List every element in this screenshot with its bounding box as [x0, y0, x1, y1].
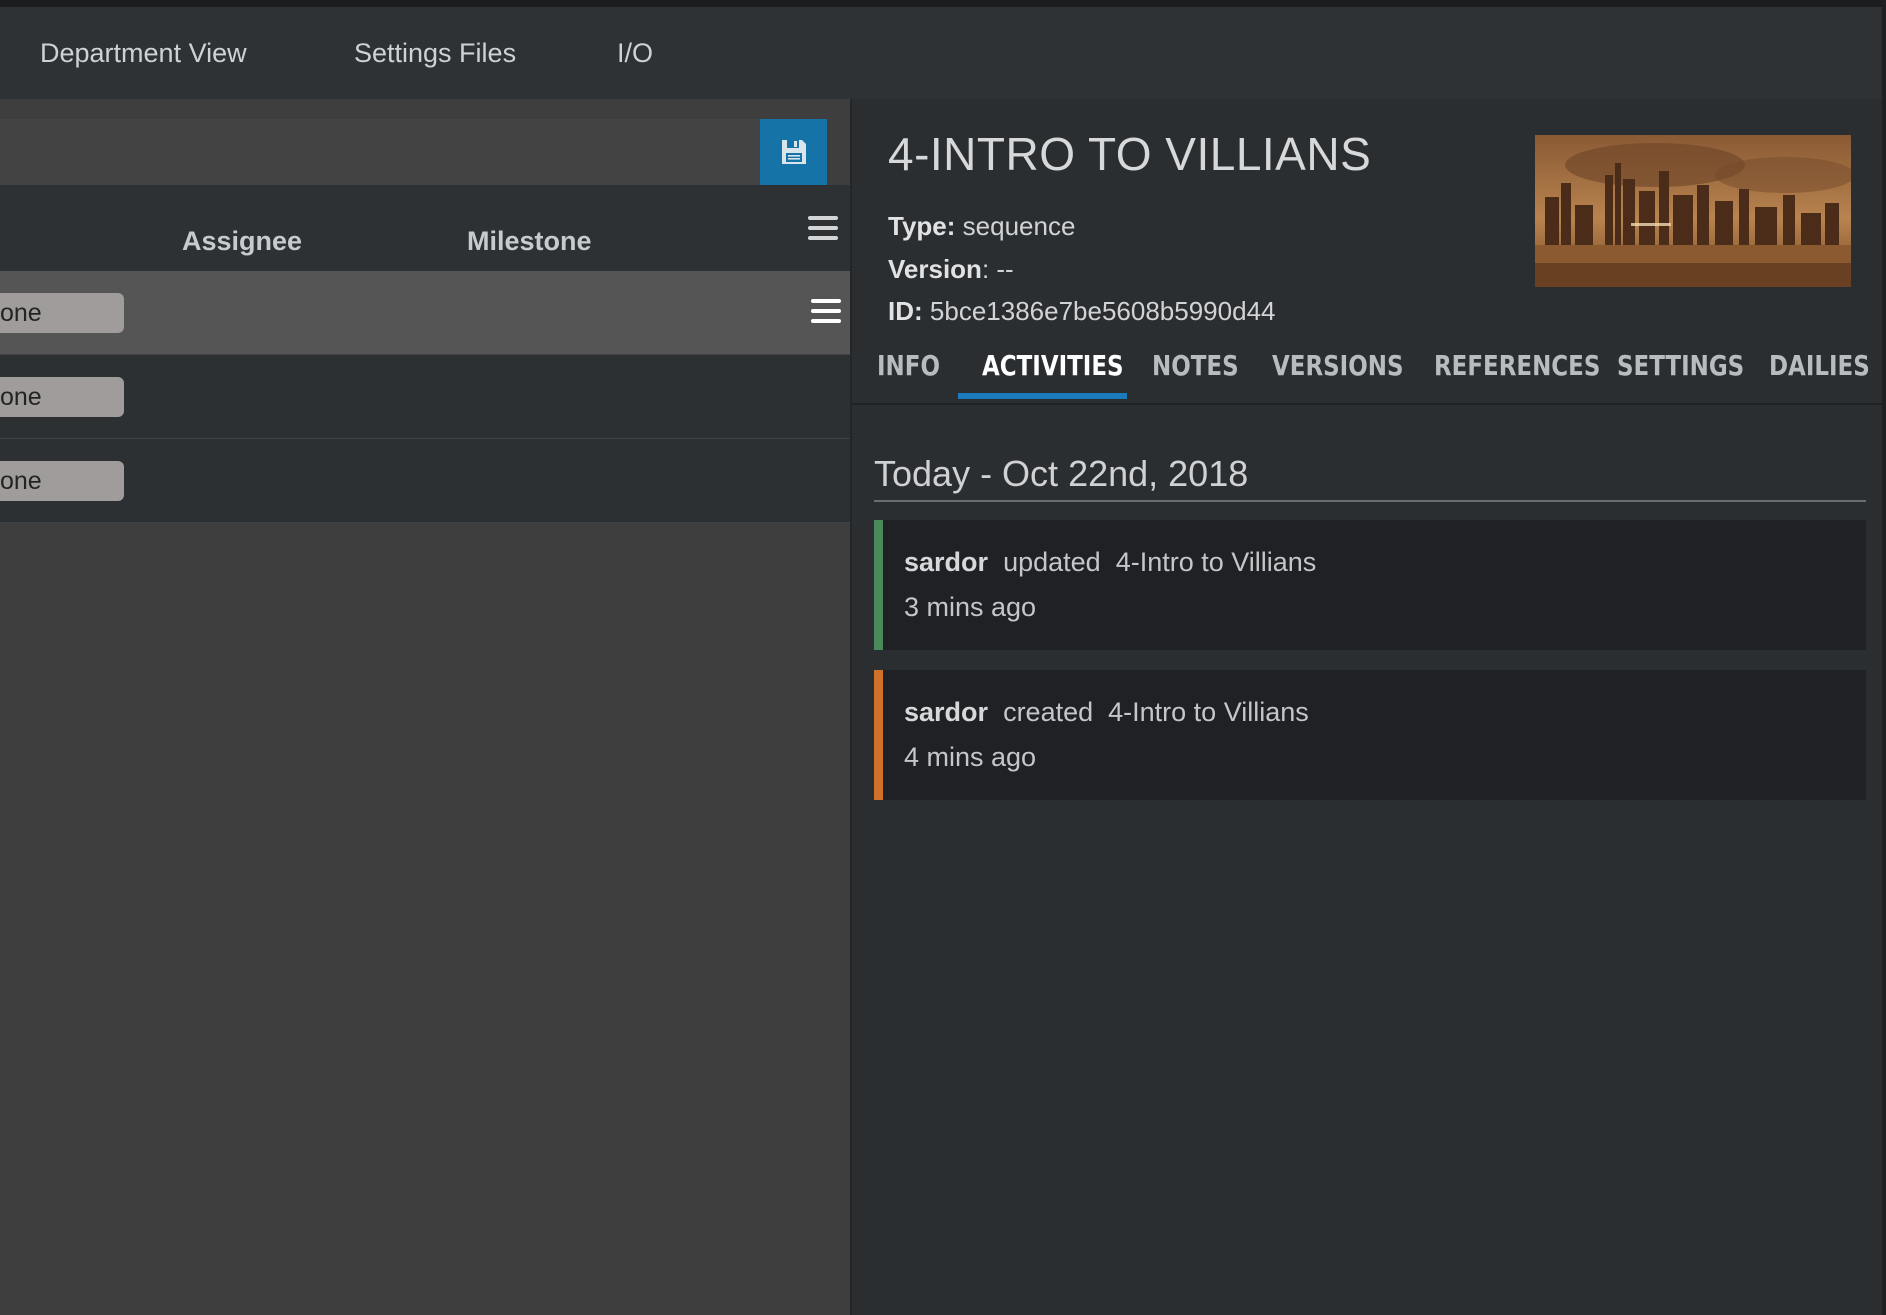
table-header: Assignee Milestone [0, 185, 850, 271]
activity-user[interactable]: sardor [904, 697, 988, 727]
page-title: 4-INTRO TO VILLIANS [888, 128, 1372, 180]
nav-department-view[interactable]: Department View [40, 7, 247, 99]
task-list-pane: Assignee Milestone one one one [0, 99, 850, 1315]
type-row: Type: sequence [888, 211, 1075, 242]
version-label: Version [888, 254, 982, 284]
column-header-assignee[interactable]: Assignee [182, 185, 302, 271]
filter-bar[interactable] [0, 119, 760, 185]
table-row[interactable]: one [0, 439, 850, 523]
activity-time: 4 mins ago [904, 742, 1037, 772]
tab-versions[interactable]: VERSIONS [1272, 331, 1403, 401]
detail-pane: 4-INTRO TO VILLIANS Type: sequence Versi… [850, 99, 1886, 1315]
sequence-thumbnail[interactable] [1535, 135, 1851, 287]
activity-action: updated [1003, 547, 1101, 577]
status-pill[interactable]: one [0, 461, 124, 501]
column-header-milestone[interactable]: Milestone [467, 185, 592, 271]
tab-references[interactable]: REFERENCES [1434, 331, 1600, 401]
nav-io[interactable]: I/O [617, 7, 653, 99]
activity-target[interactable]: 4-Intro to Villians [1116, 547, 1317, 577]
nav-settings-files[interactable]: Settings Files [354, 7, 516, 99]
status-pill[interactable]: one [0, 293, 124, 333]
save-button[interactable] [760, 119, 827, 185]
activity-item: sardor updated 4-Intro to Villians 3 min… [874, 520, 1866, 650]
activity-target[interactable]: 4-Intro to Villians [1108, 697, 1309, 727]
status-pill[interactable]: one [0, 377, 124, 417]
floppy-disk-icon [781, 140, 806, 164]
top-nav: Department View Settings Files I/O [0, 7, 1886, 99]
tab-dailies[interactable]: DAILIES [1769, 331, 1870, 401]
active-tab-indicator [958, 393, 1127, 399]
version-value: : -- [981, 254, 1014, 284]
id-row: ID: 5bce1386e7be5608b5990d44 [888, 296, 1276, 327]
type-value: sequence [962, 211, 1076, 241]
ruined-city-thumbnail-image [1535, 135, 1851, 287]
table-row[interactable]: one [0, 271, 850, 355]
activity-date-heading: Today - Oct 22nd, 2018 [874, 452, 1866, 502]
table-row[interactable]: one [0, 355, 850, 439]
row-menu-icon[interactable] [811, 299, 841, 323]
activity-user[interactable]: sardor [904, 547, 988, 577]
window-top-border [0, 0, 1886, 7]
column-menu-icon[interactable] [808, 216, 838, 240]
activity-action: created [1003, 697, 1094, 727]
type-label: Type: [888, 211, 956, 241]
window-right-edge [1882, 0, 1886, 1315]
tab-settings[interactable]: SETTINGS [1617, 331, 1744, 401]
tab-info[interactable]: INFO [877, 331, 940, 401]
activity-time: 3 mins ago [904, 592, 1037, 622]
tab-notes[interactable]: NOTES [1152, 331, 1239, 401]
activity-item: sardor created 4-Intro to Villians 4 min… [874, 670, 1866, 800]
id-label: ID: [888, 296, 923, 326]
id-value: 5bce1386e7be5608b5990d44 [929, 296, 1276, 326]
version-row: Version: -- [888, 254, 1014, 285]
tab-activities[interactable]: ACTIVITIES [982, 331, 1124, 401]
